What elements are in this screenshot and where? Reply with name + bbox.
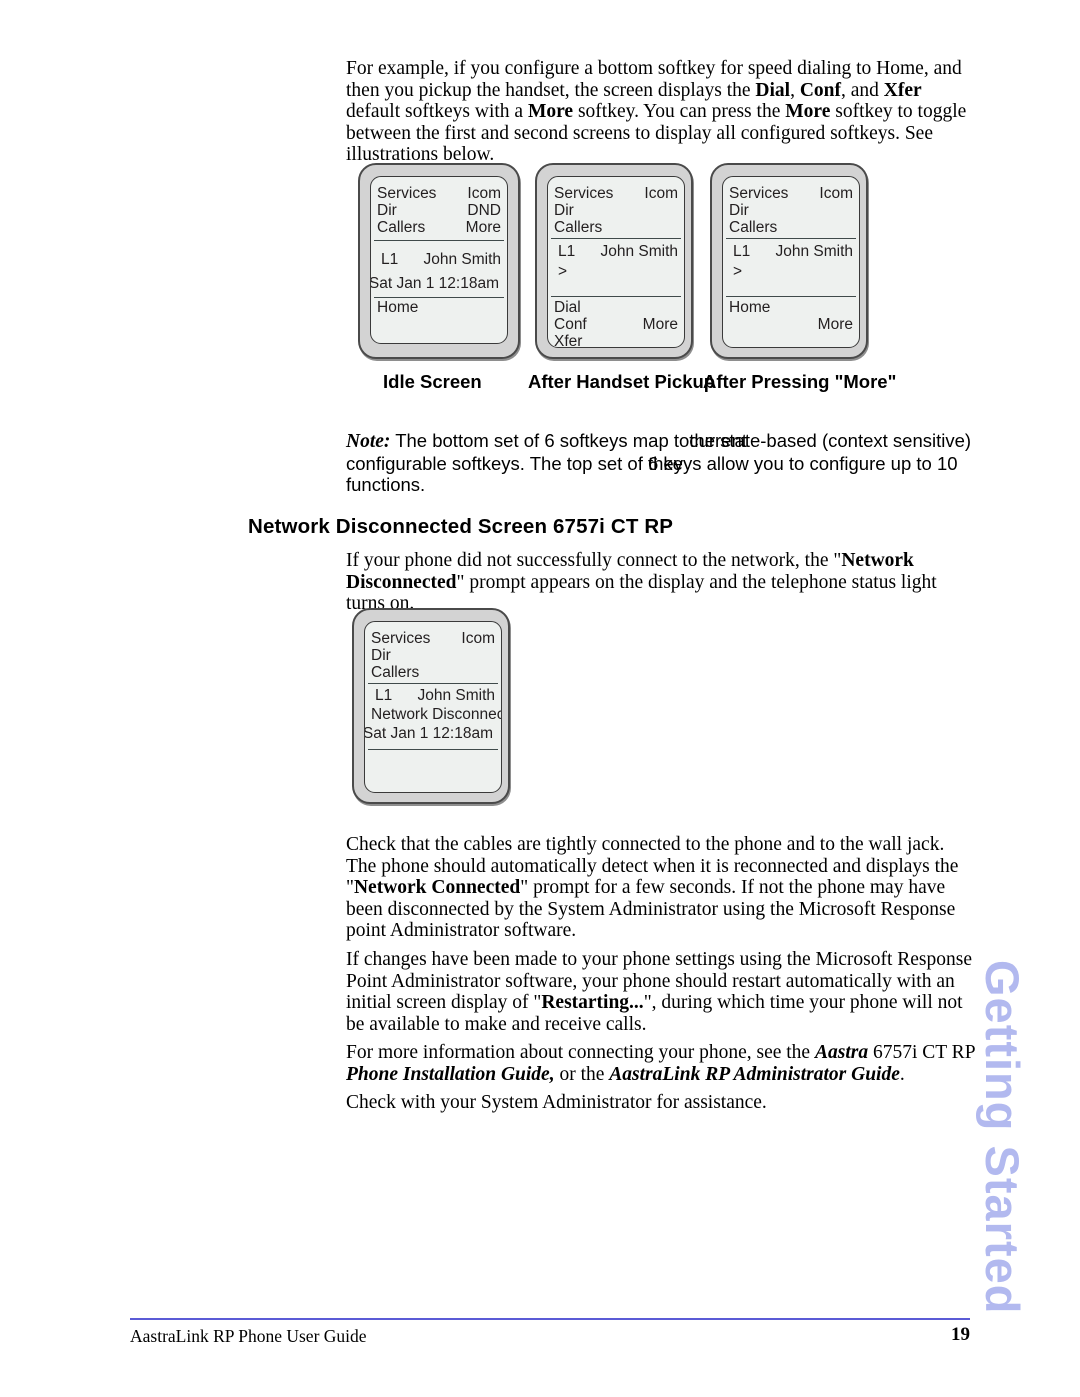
softkey-callers[interactable]: Callers: [729, 219, 777, 237]
display-divider-top: [368, 683, 498, 684]
text-run-1: Network Disconnected: [346, 550, 914, 593]
softkey-services[interactable]: Services: [371, 630, 430, 648]
phone-display-idle: Services Icom Dir DND Callers More L1 Jo…: [370, 176, 508, 344]
softkey-more[interactable]: More: [818, 316, 853, 334]
display-prompt: >: [558, 263, 568, 280]
footer-document-title: AastraLink RP Phone User Guide: [130, 1326, 367, 1346]
phone-display-handset-pickup: Services Icom Dir Callers L1 John Smith …: [547, 176, 685, 348]
softkey-callers[interactable]: Callers: [554, 219, 602, 237]
display-datetime: Sat Jan 1 12:18am: [364, 725, 493, 742]
phone-illustration-idle: Services Icom Dir DND Callers More L1 Jo…: [358, 163, 520, 359]
caller-name: John Smith: [600, 243, 678, 260]
softkey-dir[interactable]: Dir: [554, 202, 574, 220]
softkey-callers[interactable]: Callers: [377, 219, 425, 237]
footer-page-number: 19: [951, 1324, 970, 1345]
display-divider-bottom: [368, 749, 498, 750]
line-label-l1: L1: [381, 251, 399, 268]
cables-check-paragraph: Check that the cables are tightly connec…: [346, 834, 959, 941]
page-section-heading: Network Disconnected Screen 6757i CT RP: [248, 515, 674, 538]
softkey-more[interactable]: More: [466, 219, 501, 237]
softkey-icom[interactable]: Icom: [819, 185, 853, 203]
note-block: Note: The bottom set of 6 softkeys map t…: [346, 430, 982, 496]
phone-caption-idle: Idle Screen: [383, 371, 482, 392]
line-label-l1: L1: [375, 687, 393, 704]
softkey-dir[interactable]: Dir: [729, 202, 749, 220]
phone-illustration-after-more: Services Icom Dir Callers L1 John Smith …: [710, 163, 868, 359]
administrator-assistance-paragraph: Check with your System Administrator for…: [346, 1092, 767, 1113]
display-datetime: Sat Jan 1 12:18am: [370, 275, 499, 292]
softkey-icom[interactable]: Icom: [461, 630, 495, 648]
note-label: Note:: [346, 431, 391, 452]
display-divider-top: [726, 238, 856, 239]
intro-paragraph: For example, if you configure a bottom s…: [346, 58, 967, 165]
softkey-icom[interactable]: Icom: [467, 185, 501, 203]
phone-illustration-handset-pickup: Services Icom Dir Callers L1 John Smith …: [535, 163, 693, 359]
note-line1-b: state-based (context sensitive): [715, 430, 972, 451]
display-divider-bottom: [551, 296, 681, 297]
text-run-1: Dial: [755, 79, 791, 101]
line-label-l1: L1: [558, 243, 576, 260]
softkey-conf[interactable]: Conf: [554, 316, 587, 334]
softkey-dnd[interactable]: DND: [467, 202, 501, 220]
note-overlap-over-1: current: [689, 430, 747, 451]
softkey-callers[interactable]: Callers: [371, 664, 419, 682]
softkey-more[interactable]: More: [643, 316, 678, 334]
softkey-dir[interactable]: Dir: [377, 202, 397, 220]
network-disconnected-paragraph: If your phone did not successfully conne…: [346, 550, 937, 614]
softkey-home[interactable]: Home: [729, 299, 770, 317]
softkey-home[interactable]: Home: [377, 299, 418, 317]
text-run-7: More: [527, 101, 574, 122]
phone-illustration-network-disconnected: Services Icom Dir Callers L1 John Smith …: [352, 608, 510, 804]
text-run-5: Xfer: [883, 79, 922, 101]
softkey-services[interactable]: Services: [554, 185, 613, 203]
phone-caption-handset-pickup: After Handset Pickup: [528, 371, 716, 392]
display-prompt: >: [733, 263, 743, 280]
line-label-l1: L1: [733, 243, 751, 260]
footer-divider: [130, 1318, 970, 1320]
softkey-dir[interactable]: Dir: [371, 647, 391, 665]
softkey-services[interactable]: Services: [729, 185, 788, 203]
display-divider-top: [551, 238, 681, 239]
softkey-xfer[interactable]: Xfer: [554, 333, 582, 347]
text-run-1: Aastra: [814, 1042, 869, 1063]
caller-name: John Smith: [775, 243, 853, 260]
display-status-message: Network Disconnected: [371, 706, 501, 723]
caller-name: John Smith: [417, 687, 495, 704]
text-run-1: Restarting...: [541, 992, 644, 1013]
note-overlap-artifact-2: 6 keys they: [648, 453, 701, 475]
note-line2-a: configurable softkeys. The top set of: [346, 452, 648, 474]
display-divider-bottom: [726, 296, 856, 297]
softkey-services[interactable]: Services: [377, 185, 436, 203]
softkey-icom[interactable]: Icom: [644, 185, 678, 203]
phone-display-network-disconnected: Services Icom Dir Callers L1 John Smith …: [364, 621, 502, 793]
note-line1-a: The bottom set of 6 softkeys map to: [390, 430, 690, 451]
text-run-1: Network Connected: [353, 877, 521, 898]
text-run-5: AastraLink RP Administrator Guide: [609, 1063, 900, 1085]
text-run-3: Conf: [799, 79, 841, 101]
text-run-3: Phone Installation Guide,: [346, 1063, 555, 1085]
phone-display-after-more: Services Icom Dir Callers L1 John Smith …: [722, 176, 860, 348]
text-run-9: More: [785, 101, 831, 122]
note-line3: functions.: [346, 474, 426, 495]
phone-caption-after-more: After Pressing "More": [703, 371, 897, 392]
note-overlap-artifact-1: the current: [689, 430, 747, 452]
restart-paragraph: If changes have been made to your phone …: [346, 949, 973, 1035]
display-divider-top: [374, 240, 504, 241]
note-line2-b: allow you to configure up to 10: [701, 452, 958, 474]
note-overlap-over-2: they: [648, 452, 683, 474]
softkey-dial[interactable]: Dial: [554, 299, 581, 317]
display-divider-bottom: [374, 297, 504, 298]
caller-name: John Smith: [423, 251, 501, 268]
chapter-side-tab: Getting Started: [976, 960, 1029, 1315]
more-information-paragraph: For more information about connecting yo…: [346, 1042, 975, 1085]
